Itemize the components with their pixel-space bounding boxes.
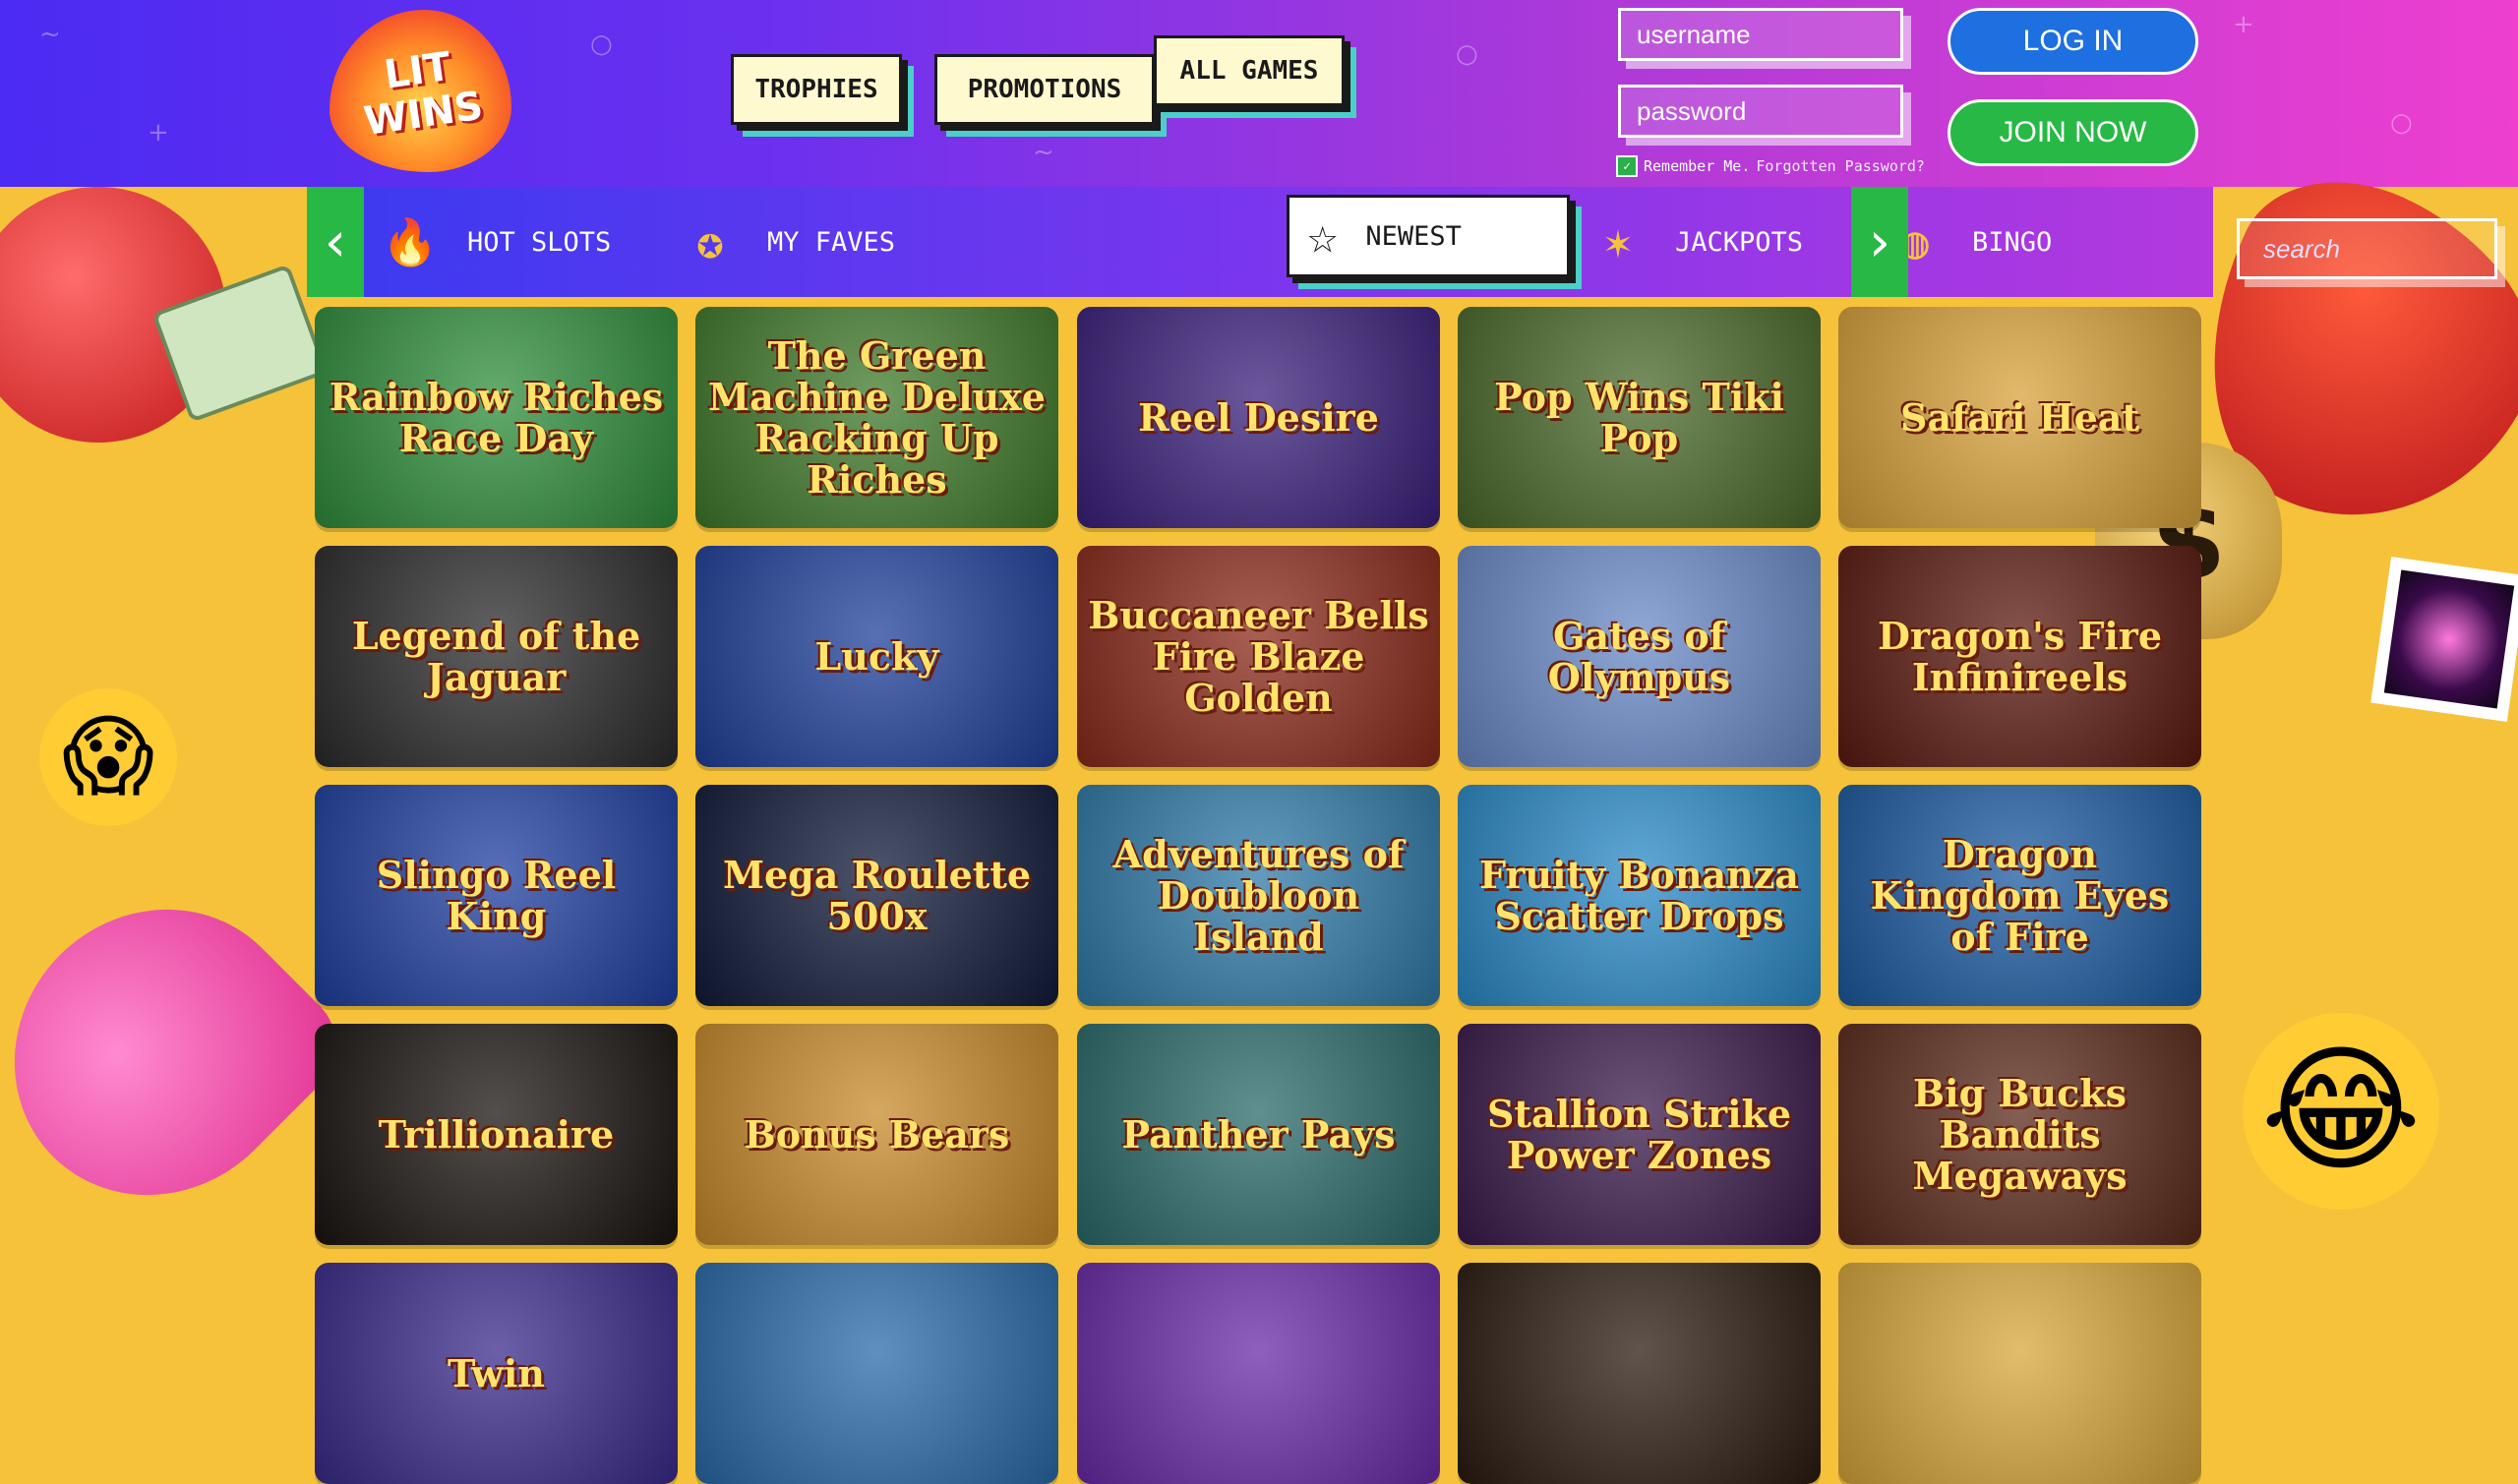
confetti: ~ (1033, 138, 1054, 167)
password-field[interactable]: password (1618, 85, 1903, 138)
confetti: ○ (2390, 108, 2413, 138)
game-title (2010, 1364, 2030, 1384)
game-tile[interactable]: Gates of Olympus (1458, 546, 1821, 767)
category-label: NEWEST (1365, 220, 1462, 252)
forgot-password-link[interactable]: Forgotten Password? (1756, 157, 1925, 175)
game-tile[interactable]: Reel Desire (1077, 307, 1440, 528)
category-hot-slots[interactable]: 🔥 HOT SLOTS (381, 187, 611, 297)
game-title: Big Bucks Bandits Megaways (1912, 1070, 2128, 1198)
game-title: Legend of the Jaguar (351, 613, 641, 699)
game-title: Dragon Kingdom Eyes of Fire (1870, 831, 2170, 959)
search-input[interactable]: search (2237, 218, 2497, 279)
confetti: ○ (1456, 39, 1478, 69)
category-label: MY FAVES (767, 226, 896, 258)
game-title: Twin (448, 1350, 545, 1395)
category-next-arrow[interactable]: › (1851, 187, 1908, 297)
remember-me-checkbox[interactable]: ✓ (1616, 155, 1638, 177)
game-tile[interactable]: Buccaneer Bells Fire Blaze Golden (1077, 546, 1440, 767)
category-newest[interactable]: ☆ NEWEST (1287, 195, 1570, 277)
confetti: ○ (590, 30, 613, 59)
game-tile[interactable]: Bonus Bears (695, 1024, 1058, 1245)
game-title: The Green Machine Deluxe Racking Up Rich… (708, 332, 1046, 502)
star-icon: ☆ (1307, 207, 1339, 266)
rosette-icon: ✪ (696, 215, 724, 268)
game-tile[interactable]: Stallion Strike Power Zones (1458, 1024, 1821, 1245)
game-tile[interactable] (695, 1263, 1058, 1484)
chevron-left-icon: ‹ (324, 209, 347, 274)
game-title: Rainbow Riches Race Day (329, 374, 664, 460)
scared-emoji-decoration: 😱 (39, 688, 177, 826)
game-title: Pop Wins Tiki Pop (1494, 374, 1784, 460)
game-tile[interactable]: Dragon's Fire Infinireels (1838, 546, 2201, 767)
game-title: Lucky (814, 633, 939, 679)
game-tile[interactable] (1458, 1263, 1821, 1484)
site-logo[interactable]: LIT WINS (330, 10, 511, 172)
nav-promotions-button[interactable]: PROMOTIONS (934, 54, 1155, 125)
sevens-icon: ✶ (1604, 215, 1632, 268)
log-in-button[interactable]: LOG IN (1948, 8, 2198, 75)
game-title: Gates of Olympus (1547, 613, 1731, 699)
game-tile[interactable]: Dragon Kingdom Eyes of Fire (1838, 785, 2201, 1006)
laughing-emoji-decoration: 😂 (2243, 1013, 2439, 1210)
game-title (1249, 1364, 1269, 1384)
game-tile[interactable]: Adventures of Doubloon Island (1077, 785, 1440, 1006)
game-title: Stallion Strike Power Zones (1486, 1091, 1792, 1177)
category-my-faves[interactable]: ✪ MY FAVES (681, 187, 895, 297)
game-title (1630, 1364, 1649, 1384)
game-title: Fruity Bonanza Scatter Drops (1479, 852, 1799, 938)
photo-decoration (2370, 556, 2518, 723)
chevron-right-icon: › (1868, 209, 1891, 274)
nav-trophies-button[interactable]: TROPHIES (731, 54, 902, 125)
category-label: HOT SLOTS (467, 226, 612, 258)
category-bingo[interactable]: ◍ BINGO (1886, 187, 2052, 297)
confetti: + (2233, 10, 2254, 39)
game-tile[interactable]: Big Bucks Bandits Megaways (1838, 1024, 2201, 1245)
confetti: + (148, 118, 169, 148)
game-tile[interactable] (1077, 1263, 1440, 1484)
game-tile[interactable]: Trillionaire (315, 1024, 678, 1245)
game-title: Adventures of Doubloon Island (1112, 831, 1405, 959)
game-tile[interactable]: Panther Pays (1077, 1024, 1440, 1245)
game-tile[interactable]: Pop Wins Tiki Pop (1458, 307, 1821, 528)
confetti: ~ (39, 20, 61, 49)
game-title: Mega Roulette 500x (722, 852, 1032, 938)
category-prev-arrow[interactable]: ‹ (307, 187, 364, 297)
heart-decoration (0, 850, 360, 1255)
game-tile[interactable]: Slingo Reel King (315, 785, 678, 1006)
game-title: Dragon's Fire Infinireels (1877, 613, 2162, 699)
game-title: Slingo Reel King (376, 852, 617, 938)
game-tile[interactable]: Mega Roulette 500x (695, 785, 1058, 1006)
game-tile[interactable] (1838, 1263, 2201, 1484)
game-tile[interactable]: Rainbow Riches Race Day (315, 307, 678, 528)
join-now-button[interactable]: JOIN NOW (1948, 99, 2198, 166)
game-tile[interactable]: Safari Heat (1838, 307, 2201, 528)
game-title: Panther Pays (1121, 1111, 1396, 1157)
flame-icon: 🔥 (382, 214, 439, 268)
game-title: Reel Desire (1138, 394, 1379, 440)
top-header: ~ + ○ ~ ○ + ○ LIT WINS TROPHIES PROMOTIO… (0, 0, 2518, 187)
game-tile[interactable]: Legend of the Jaguar (315, 546, 678, 767)
username-field[interactable]: username (1618, 8, 1903, 61)
game-tile[interactable]: Fruity Bonanza Scatter Drops (1458, 785, 1821, 1006)
game-title: Safari Heat (1900, 394, 2139, 440)
category-bar: ‹ 🔥 HOT SLOTS ✪ MY FAVES ☆ NEWEST ✶ JACK… (307, 187, 2497, 297)
game-title: Buccaneer Bells Fire Blaze Golden (1088, 592, 1429, 720)
remember-row: ✓ Remember Me. Forgotten Password? (1616, 155, 1925, 177)
game-tile[interactable]: The Green Machine Deluxe Racking Up Rich… (695, 307, 1058, 528)
game-tile[interactable]: Lucky (695, 546, 1058, 767)
game-title (868, 1364, 887, 1384)
game-tile[interactable]: Twin (315, 1263, 678, 1484)
category-jackpots-item[interactable]: ✶ JACKPOTS (1589, 187, 1803, 297)
category-label: JACKPOTS (1675, 226, 1804, 258)
category-label: BINGO (1972, 226, 2053, 258)
game-title: Bonus Bears (744, 1111, 1010, 1157)
game-title: Trillionaire (378, 1111, 615, 1157)
remember-me-label: Remember Me. (1644, 157, 1751, 175)
nav-all-games-button[interactable]: ALL GAMES (1154, 35, 1345, 106)
